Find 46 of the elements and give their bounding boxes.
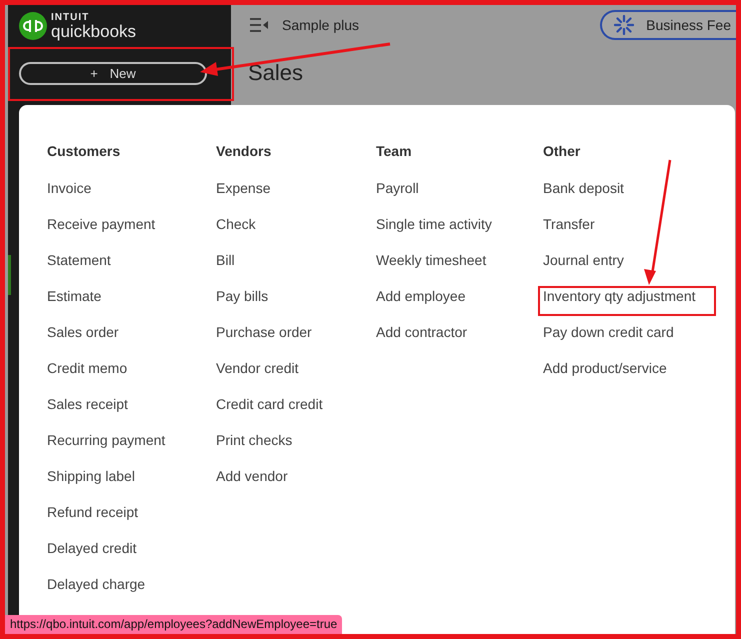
menu-item[interactable]: Invoice <box>47 180 216 216</box>
menu-heading: Customers <box>47 143 122 161</box>
menu-item[interactable]: Payroll <box>376 180 543 216</box>
menu-item[interactable]: Vendor credit <box>216 360 376 396</box>
menu-heading: Vendors <box>216 143 272 161</box>
sparkle-icon <box>614 15 634 35</box>
logo-icon <box>19 12 47 40</box>
menu-item[interactable]: Pay down credit card <box>543 324 735 360</box>
menu-item[interactable]: Shipping label <box>47 468 216 504</box>
menu-item[interactable]: Sales order <box>47 324 216 360</box>
menu-item[interactable]: Recurring payment <box>47 432 216 468</box>
logo-product: quickbooks <box>51 22 136 40</box>
menu-item[interactable]: Add employee <box>376 288 543 324</box>
new-button[interactable]: + New <box>19 62 207 85</box>
menu-item[interactable]: Transfer <box>543 216 735 252</box>
menu-item[interactable]: Refund receipt <box>47 504 216 540</box>
menu-item[interactable]: Check <box>216 216 376 252</box>
menu-item[interactable]: Pay bills <box>216 288 376 324</box>
menu-item[interactable]: Expense <box>216 180 376 216</box>
active-indicator <box>8 255 11 295</box>
logo-brand: INTUIT <box>51 12 90 22</box>
page-title: Sales <box>248 60 304 86</box>
menu-item[interactable]: Delayed charge <box>47 576 216 612</box>
menu-item[interactable]: Sales receipt <box>47 396 216 432</box>
menu-item[interactable]: Receive payment <box>47 216 216 252</box>
menu-item[interactable]: Purchase order <box>216 324 376 360</box>
menu-item[interactable]: Add product/service <box>543 360 735 396</box>
menu-item[interactable]: Add vendor <box>216 468 376 504</box>
menu-item[interactable]: Estimate <box>47 288 216 324</box>
company-name: Sample plus <box>282 17 360 33</box>
menu-item[interactable]: Bill <box>216 252 376 288</box>
menu-item[interactable]: Bank deposit <box>543 180 735 216</box>
menu-item[interactable]: Statement <box>47 252 216 288</box>
menu-heading: Other <box>543 143 582 161</box>
menu-item[interactable]: Inventory qty adjustment <box>543 288 735 324</box>
menu-heading: Team <box>376 143 413 161</box>
status-bar-url: https://qbo.intuit.com/app/employees?addNewEmployee=true <box>5 615 342 634</box>
menu-item[interactable]: Delayed credit <box>47 540 216 576</box>
menu-icon[interactable] <box>250 18 268 32</box>
menu-item[interactable]: Single time activity <box>376 216 543 252</box>
menu-item[interactable]: Add contractor <box>376 324 543 360</box>
menu-item[interactable]: Weekly timesheet <box>376 252 543 288</box>
menu-item[interactable]: Credit card credit <box>216 396 376 432</box>
menu-item[interactable]: Journal entry <box>543 252 735 288</box>
menu-item[interactable]: Credit memo <box>47 360 216 396</box>
menu-item[interactable]: Print checks <box>216 432 376 468</box>
